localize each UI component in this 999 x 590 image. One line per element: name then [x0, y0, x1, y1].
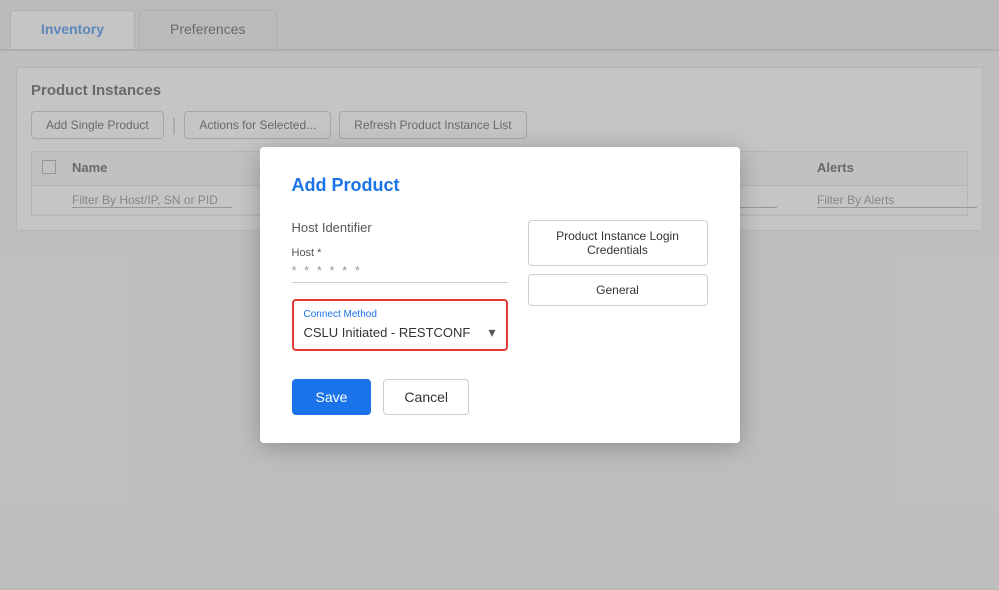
connect-method-wrapper: Connect Method CSLU Initiated - RESTCONF… [292, 299, 508, 351]
product-instance-login-credentials-button[interactable]: Product Instance Login Credentials [528, 220, 708, 266]
add-product-modal: Add Product Host Identifier Host * * * *… [260, 147, 740, 443]
cancel-button[interactable]: Cancel [383, 379, 469, 415]
general-button[interactable]: General [528, 274, 708, 306]
modal-left: Host Identifier Host * * * * * * * Conne… [292, 220, 508, 351]
host-field-label: Host * [292, 247, 508, 259]
connect-method-value: CSLU Initiated - RESTCONF [304, 325, 471, 340]
modal-right: Product Instance Login Credentials Gener… [528, 220, 708, 351]
host-value: * * * * * * [292, 263, 508, 283]
save-button[interactable]: Save [292, 379, 372, 415]
modal-overlay: Add Product Host Identifier Host * * * *… [0, 0, 999, 590]
host-identifier-label: Host Identifier [292, 220, 508, 235]
connect-method-select[interactable]: CSLU Initiated - RESTCONF ▾ [304, 324, 496, 341]
modal-title: Add Product [292, 175, 708, 196]
modal-body: Host Identifier Host * * * * * * * Conne… [292, 220, 708, 351]
modal-footer: Save Cancel [292, 379, 708, 415]
chevron-down-icon: ▾ [488, 324, 495, 341]
connect-method-label: Connect Method [304, 309, 496, 320]
